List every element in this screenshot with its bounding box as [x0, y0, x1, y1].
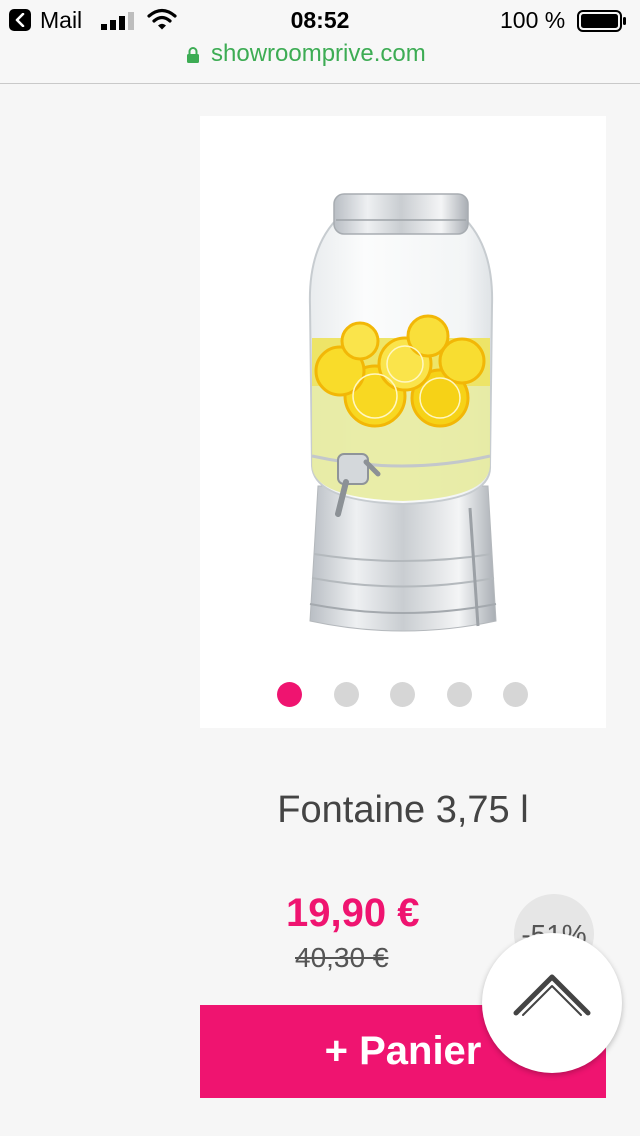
lock-icon — [187, 47, 199, 63]
product-image-carousel[interactable] — [200, 116, 606, 728]
chevron-up-icon — [513, 974, 591, 1016]
carousel-dot[interactable] — [503, 682, 528, 707]
scroll-to-top-button[interactable] — [482, 933, 622, 1073]
carousel-dot[interactable] — [334, 682, 359, 707]
carousel-dot[interactable] — [447, 682, 472, 707]
carousel-dots — [200, 682, 606, 708]
product-image — [308, 193, 497, 632]
carousel-dot[interactable] — [277, 682, 302, 707]
product-old-price: 40,30 € — [295, 942, 389, 973]
status-bar: Mail 08:52 100 % — [0, 0, 640, 40]
url-domain[interactable]: showroomprive.com — [211, 40, 426, 68]
battery-icon — [577, 10, 626, 32]
carousel-dot[interactable] — [390, 682, 415, 707]
battery-percent: 100 % — [500, 7, 566, 33]
product-price: 19,90 € — [286, 891, 420, 935]
url-bar[interactable]: showroomprive.com — [0, 40, 640, 84]
product-title: Fontaine 3,75 l — [277, 789, 529, 831]
